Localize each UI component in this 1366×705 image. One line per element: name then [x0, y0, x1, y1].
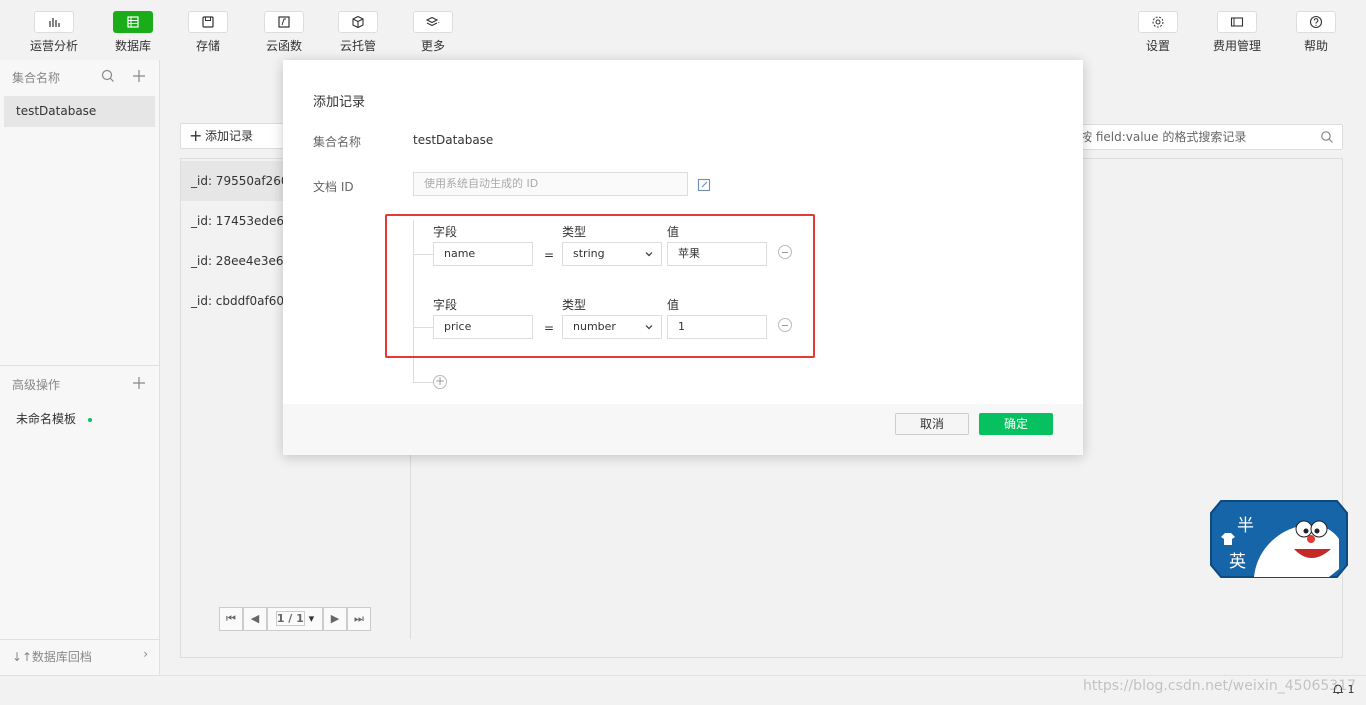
page-select[interactable]: 1 / 1 ▾ — [267, 607, 323, 631]
confirm-button[interactable]: 确定 — [979, 413, 1053, 435]
add-collection-icon[interactable] — [131, 68, 147, 84]
dialog-footer: 取消 确定 — [283, 404, 1083, 455]
toolbar-billing-label: 费用管理 — [1212, 39, 1261, 53]
add-record-button[interactable]: + 添加记录 — [180, 123, 290, 149]
toolbar-billing-button[interactable]: 费用管理 — [1207, 11, 1267, 54]
last-page-button[interactable]: ⏭ — [347, 607, 371, 631]
page-indicator: 1 / 1 — [275, 611, 305, 626]
toolbar-storage-label: 存储 — [195, 39, 220, 53]
sidebar-divider — [0, 365, 159, 366]
pagination: ⏮ ◀ 1 / 1 ▾ ▶ ⏭ — [219, 607, 371, 631]
search-icon[interactable] — [100, 68, 116, 84]
toolbar-settings-label: 设置 — [1145, 39, 1170, 53]
toolbar-database-button[interactable]: 数据库 — [103, 11, 163, 54]
gear-icon — [1138, 11, 1178, 33]
template-item[interactable]: 未命名模板 — [4, 404, 155, 435]
cube-icon — [338, 11, 378, 33]
collection-sidebar: 集合名称 testDatabase 高级操作 未命名模板 ↓↑ 数据库回档 › — [0, 60, 160, 675]
toolbar-functions-button[interactable]: 云函数 — [254, 11, 314, 54]
toolbar-storage-button[interactable]: 存储 — [178, 11, 238, 54]
toolbar-cloudhost-label: 云托管 — [339, 39, 376, 53]
advanced-header: 高级操作 — [12, 378, 61, 392]
toolbar-functions-label: 云函数 — [265, 39, 302, 53]
next-page-button[interactable]: ▶ — [323, 607, 347, 631]
top-toolbar: 运营分析 数据库 存储 云函数 云托管 更多 设置 费用管理 帮助 — [0, 0, 1366, 60]
edit-icon[interactable] — [697, 178, 711, 192]
search-icon — [1321, 131, 1333, 143]
sidebar-divider-bottom — [0, 639, 159, 640]
database-icon — [113, 11, 153, 33]
prev-page-button[interactable]: ◀ — [243, 607, 267, 631]
docid-input[interactable]: 使用系统自动生成的 ID — [413, 172, 688, 196]
chevron-right-icon: › — [143, 647, 148, 661]
first-page-button[interactable]: ⏮ — [219, 607, 243, 631]
rollback-button[interactable]: ↓↑ 数据库回档 › — [12, 647, 152, 664]
badge-char-1: 半 — [1237, 516, 1254, 536]
collection-item-testdatabase[interactable]: testDatabase — [4, 96, 155, 127]
collection-value: testDatabase — [413, 133, 494, 147]
toolbar-help-label: 帮助 — [1303, 39, 1328, 53]
dialog-title: 添加记录 — [313, 95, 366, 110]
tree-branch — [413, 382, 433, 383]
template-label: 未命名模板 — [16, 412, 77, 426]
highlight-box — [385, 214, 815, 358]
floating-badge[interactable]: 半 英 — [1209, 499, 1349, 579]
record-search-placeholder: 按 field:value 的格式搜索记录 — [1080, 130, 1247, 144]
toolbar-analytics-label: 运营分析 — [29, 39, 78, 53]
record-search-input[interactable]: 按 field:value 的格式搜索记录 — [1063, 124, 1343, 150]
add-record-label: 添加记录 — [205, 129, 254, 143]
storage-icon — [188, 11, 228, 33]
toolbar-help-button[interactable]: 帮助 — [1286, 11, 1346, 54]
bar-chart-icon — [34, 11, 74, 33]
toolbar-analytics-button[interactable]: 运营分析 — [24, 11, 84, 54]
plus-icon: + — [189, 126, 203, 145]
toolbar-more-label: 更多 — [420, 39, 445, 53]
cancel-button[interactable]: 取消 — [895, 413, 969, 435]
toolbar-cloudhost-button[interactable]: 云托管 — [328, 11, 388, 54]
help-icon — [1296, 11, 1336, 33]
billing-icon — [1217, 11, 1257, 33]
layers-icon — [413, 11, 453, 33]
collections-header: 集合名称 — [12, 71, 61, 85]
add-template-icon[interactable] — [131, 375, 147, 391]
docid-label: 文档 ID — [313, 180, 354, 194]
toolbar-database-label: 数据库 — [114, 39, 151, 53]
toolbar-settings-button[interactable]: 设置 — [1128, 11, 1188, 54]
watermark-text: https://blog.csdn.net/weixin_45065317 — [1083, 678, 1357, 694]
rollback-label: 数据库回档 — [31, 650, 92, 664]
badge-char-2: 英 — [1229, 552, 1246, 572]
collection-label: 集合名称 — [313, 135, 362, 149]
toolbar-more-button[interactable]: 更多 — [403, 11, 463, 54]
status-dot — [87, 417, 92, 422]
function-icon — [264, 11, 304, 33]
sort-icon: ↓↑ — [12, 650, 33, 664]
add-field-icon[interactable]: + — [433, 375, 447, 389]
